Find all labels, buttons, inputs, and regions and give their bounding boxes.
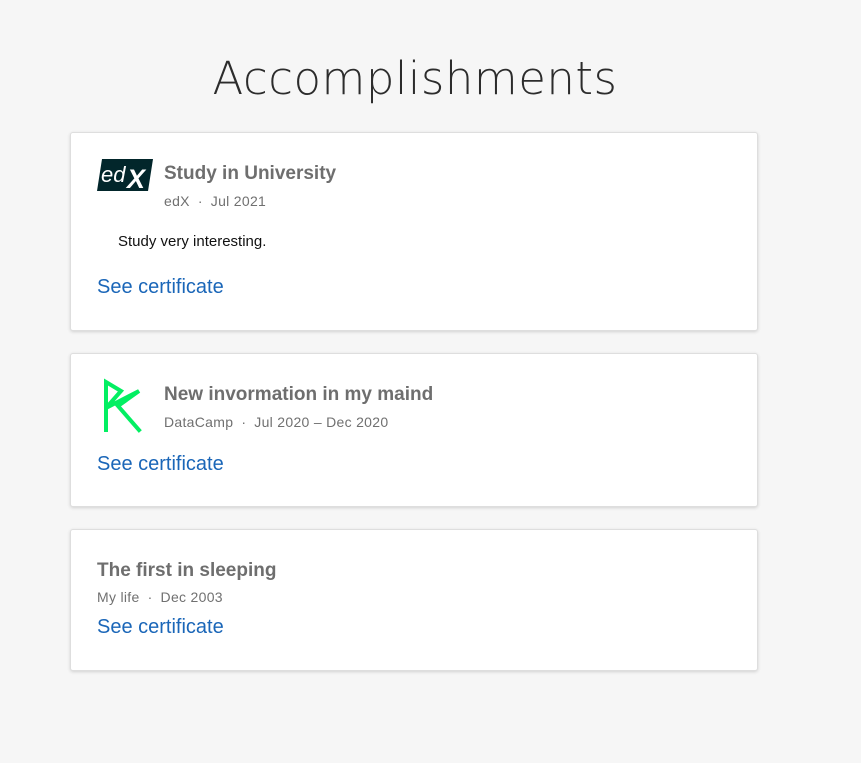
issuer-name: DataCamp: [164, 414, 234, 430]
see-certificate-link[interactable]: See certificate: [97, 616, 224, 639]
see-certificate-link[interactable]: See certificate: [97, 276, 224, 299]
issuer-name: My life: [97, 589, 140, 605]
accomplishment-card: ed X Study in University edX · Jul 2021 St…: [70, 132, 758, 331]
accomplishment-meta: DataCamp · Jul 2020 – Dec 2020: [164, 414, 388, 430]
svg-text:X: X: [125, 164, 147, 192]
meta-separator: ·: [147, 589, 153, 605]
edx-logo-icon: ed X: [97, 158, 153, 194]
accomplishment-card: New invormation in my maind DataCamp · Jul…: [70, 353, 758, 507]
accomplishment-description: Study very interesting.: [118, 233, 267, 250]
accomplishment-meta: My life · Dec 2003: [97, 589, 223, 605]
meta-separator: ·: [241, 414, 247, 430]
issue-date: Jul 2020 – Dec 2020: [254, 414, 389, 430]
accomplishment-card: The first in sleeping My life · Dec 2003 S…: [70, 529, 758, 671]
accomplishment-title: New invormation in my maind: [164, 384, 434, 405]
svg-text:ed: ed: [101, 162, 126, 187]
accomplishment-title: Study in University: [164, 163, 337, 184]
meta-separator: ·: [197, 193, 203, 209]
issuer-name: edX: [164, 193, 190, 209]
issue-date: Jul 2021: [210, 193, 267, 209]
page-title: Accomplishments: [212, 52, 618, 105]
accomplishment-title: The first in sleeping: [97, 560, 277, 581]
see-certificate-link[interactable]: See certificate: [97, 453, 224, 476]
issue-date: Dec 2003: [160, 589, 223, 605]
accomplishment-meta: edX · Jul 2021: [164, 193, 266, 209]
datacamp-logo-icon: [97, 378, 143, 434]
